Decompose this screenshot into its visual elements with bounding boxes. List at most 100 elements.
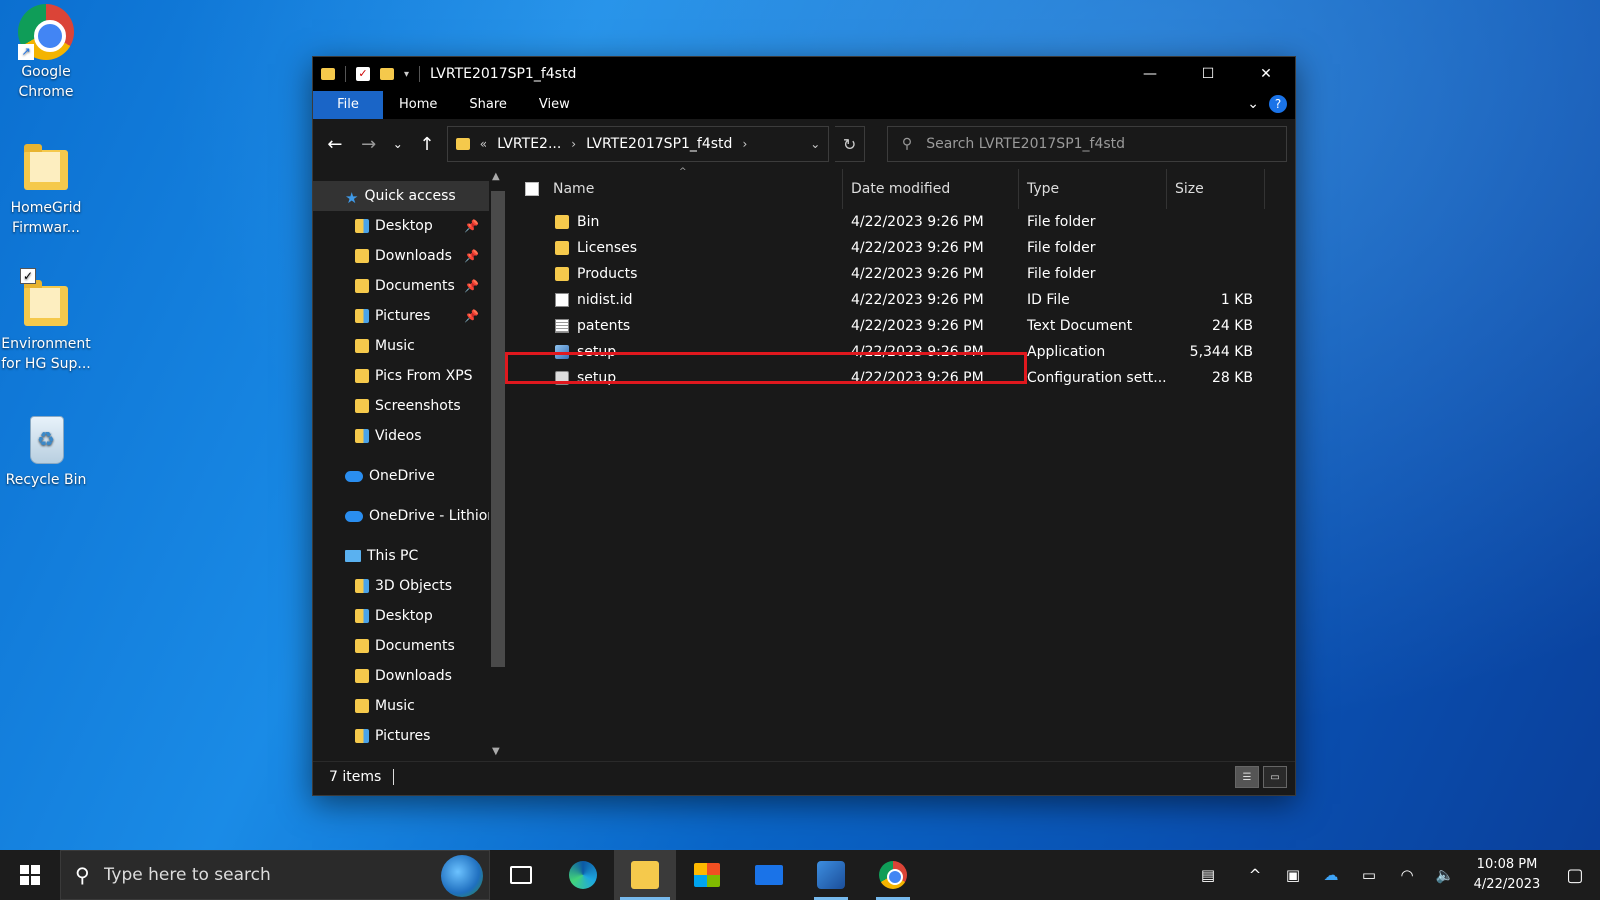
- taskbar-store[interactable]: [676, 850, 738, 900]
- mail-icon: [755, 865, 783, 885]
- cloud-icon: [345, 510, 363, 522]
- task-view-button[interactable]: [490, 850, 552, 900]
- clock[interactable]: 10:08 PM 4/22/2023: [1464, 855, 1550, 895]
- taskbar-photos[interactable]: [800, 850, 862, 900]
- search-input[interactable]: [926, 136, 1272, 152]
- file-row[interactable]: Bin 4/22/2023 9:26 PM File folder: [507, 209, 1295, 235]
- forward-button[interactable]: →: [355, 129, 383, 159]
- nav-pc-documents[interactable]: Documents: [313, 631, 507, 661]
- taskbar-search-box[interactable]: ⚲: [60, 850, 490, 900]
- nav-this-pc[interactable]: This PC: [313, 541, 507, 571]
- onedrive-cloud-icon[interactable]: ☁: [1312, 850, 1350, 900]
- battery-icon[interactable]: ▭: [1350, 850, 1388, 900]
- nav-pics-from-xps[interactable]: Pics From XPS: [313, 361, 507, 391]
- file-row[interactable]: Products 4/22/2023 9:26 PM File folder: [507, 261, 1295, 287]
- notifications-icon[interactable]: ▢: [1550, 850, 1600, 900]
- nav-3d-objects[interactable]: 3D Objects: [313, 571, 507, 601]
- nav-screenshots[interactable]: Screenshots: [313, 391, 507, 421]
- scroll-up-icon[interactable]: ▲: [492, 171, 500, 182]
- meet-now-icon[interactable]: ▣: [1274, 850, 1312, 900]
- nav-pc-desktop[interactable]: Desktop: [313, 601, 507, 631]
- nav-pc-pictures[interactable]: Pictures: [313, 721, 507, 751]
- desktop-icon-environment[interactable]: ✓ Environment for HG Sup...: [0, 268, 92, 374]
- customize-toolbar-chevron-icon[interactable]: ▾: [404, 69, 409, 80]
- column-size[interactable]: Size: [1167, 169, 1265, 209]
- scroll-down-icon[interactable]: ▼: [492, 746, 500, 757]
- search-box[interactable]: ⚲: [886, 126, 1287, 162]
- start-button[interactable]: [0, 850, 60, 900]
- nav-videos[interactable]: Videos: [313, 421, 507, 451]
- address-dropdown-chevron-icon[interactable]: ⌄: [810, 137, 820, 151]
- volume-icon[interactable]: 🔈: [1426, 850, 1464, 900]
- details-view-button[interactable]: ☰: [1235, 766, 1259, 788]
- nav-pc-music[interactable]: Music: [313, 691, 507, 721]
- desktop-icon-homegrid[interactable]: HomeGrid Firmwar...: [0, 140, 92, 238]
- title-bar[interactable]: ✓ ▾ LVRTE2017SP1_f4std — ☐ ✕: [313, 57, 1295, 91]
- star-icon: ★: [345, 189, 359, 207]
- scrollbar-thumb[interactable]: [491, 191, 505, 667]
- minimize-button[interactable]: —: [1121, 57, 1179, 91]
- new-folder-icon[interactable]: [380, 68, 394, 80]
- column-type[interactable]: Type: [1019, 169, 1167, 209]
- nav-pc-downloads[interactable]: Downloads: [313, 661, 507, 691]
- properties-icon[interactable]: ✓: [356, 67, 370, 81]
- nav-downloads[interactable]: Downloads 📌: [313, 241, 507, 271]
- breadcrumb-separator-icon[interactable]: ›: [742, 137, 747, 151]
- nav-quick-access[interactable]: ★ Quick access: [313, 181, 507, 211]
- help-icon[interactable]: ?: [1269, 95, 1287, 113]
- news-widget-icon[interactable]: ▤: [1180, 850, 1236, 900]
- expand-ribbon-chevron-icon[interactable]: ⌄: [1247, 96, 1259, 112]
- nav-pane-scrollbar[interactable]: ▲ ▼: [489, 169, 507, 761]
- file-explorer-icon: [631, 861, 659, 889]
- taskbar-search-input[interactable]: [103, 865, 364, 885]
- folder-icon: [355, 639, 369, 653]
- file-row[interactable]: nidist.id 4/22/2023 9:26 PM ID File 1 KB: [507, 287, 1295, 313]
- tab-share[interactable]: Share: [453, 91, 523, 119]
- nav-music[interactable]: Music: [313, 331, 507, 361]
- close-button[interactable]: ✕: [1237, 57, 1295, 91]
- desktop-icon-google-chrome[interactable]: ↗ Google Chrome: [0, 4, 92, 102]
- tab-view[interactable]: View: [523, 91, 586, 119]
- file-size: 5,344 KB: [1189, 344, 1253, 360]
- file-row[interactable]: patents 4/22/2023 9:26 PM Text Document …: [507, 313, 1295, 339]
- search-highlight-globe-icon[interactable]: [441, 855, 483, 897]
- breadcrumb-item-current[interactable]: LVRTE2017SP1_f4std: [586, 136, 732, 152]
- refresh-button[interactable]: ↻: [835, 126, 865, 162]
- wifi-icon[interactable]: ◠: [1388, 850, 1426, 900]
- taskbar-mail[interactable]: [738, 850, 800, 900]
- file-row[interactable]: setup 4/22/2023 9:26 PM Configuration se…: [507, 365, 1295, 391]
- nav-desktop[interactable]: Desktop 📌: [313, 211, 507, 241]
- up-button[interactable]: ↑: [413, 129, 441, 159]
- nav-pictures[interactable]: Pictures 📌: [313, 301, 507, 331]
- desktop-icon-label: Firmwar...: [12, 220, 80, 236]
- breadcrumb-separator-icon[interactable]: ›: [571, 137, 576, 151]
- column-date-modified[interactable]: Date modified: [843, 169, 1019, 209]
- checkbox-icon[interactable]: ✓: [20, 268, 36, 284]
- file-row-setup-application[interactable]: setup 4/22/2023 9:26 PM Application 5,34…: [507, 339, 1295, 365]
- back-button[interactable]: ←: [321, 129, 349, 159]
- cloud-icon: [345, 470, 363, 482]
- tab-file[interactable]: File: [313, 91, 383, 119]
- nav-onedrive-lithion[interactable]: OneDrive - Lithion: [313, 501, 507, 531]
- file-type: File folder: [1027, 214, 1096, 230]
- taskbar-edge[interactable]: [552, 850, 614, 900]
- file-type: Text Document: [1027, 318, 1133, 334]
- file-row[interactable]: Licenses 4/22/2023 9:26 PM File folder: [507, 235, 1295, 261]
- recent-locations-chevron-icon[interactable]: ⌄: [389, 129, 408, 159]
- file-size: 28 KB: [1211, 370, 1253, 386]
- tab-home[interactable]: Home: [383, 91, 453, 119]
- large-icons-view-button[interactable]: ▭: [1263, 766, 1287, 788]
- address-bar[interactable]: « LVRTE2... › LVRTE2017SP1_f4std › ⌄: [446, 126, 830, 162]
- folder-icon: [555, 267, 569, 281]
- show-hidden-icons-chevron-icon[interactable]: ^: [1236, 850, 1274, 900]
- nav-onedrive[interactable]: OneDrive: [313, 461, 507, 491]
- desktop-icon-recycle-bin[interactable]: Recycle Bin: [0, 412, 92, 490]
- taskbar-chrome[interactable]: [862, 850, 924, 900]
- select-all-checkbox[interactable]: [525, 182, 539, 196]
- maximize-button[interactable]: ☐: [1179, 57, 1237, 91]
- nav-documents[interactable]: Documents 📌: [313, 271, 507, 301]
- file-size: 1 KB: [1220, 292, 1253, 308]
- taskbar-file-explorer[interactable]: [614, 850, 676, 900]
- column-name[interactable]: Name: [545, 169, 843, 209]
- breadcrumb-item[interactable]: LVRTE2...: [497, 136, 561, 152]
